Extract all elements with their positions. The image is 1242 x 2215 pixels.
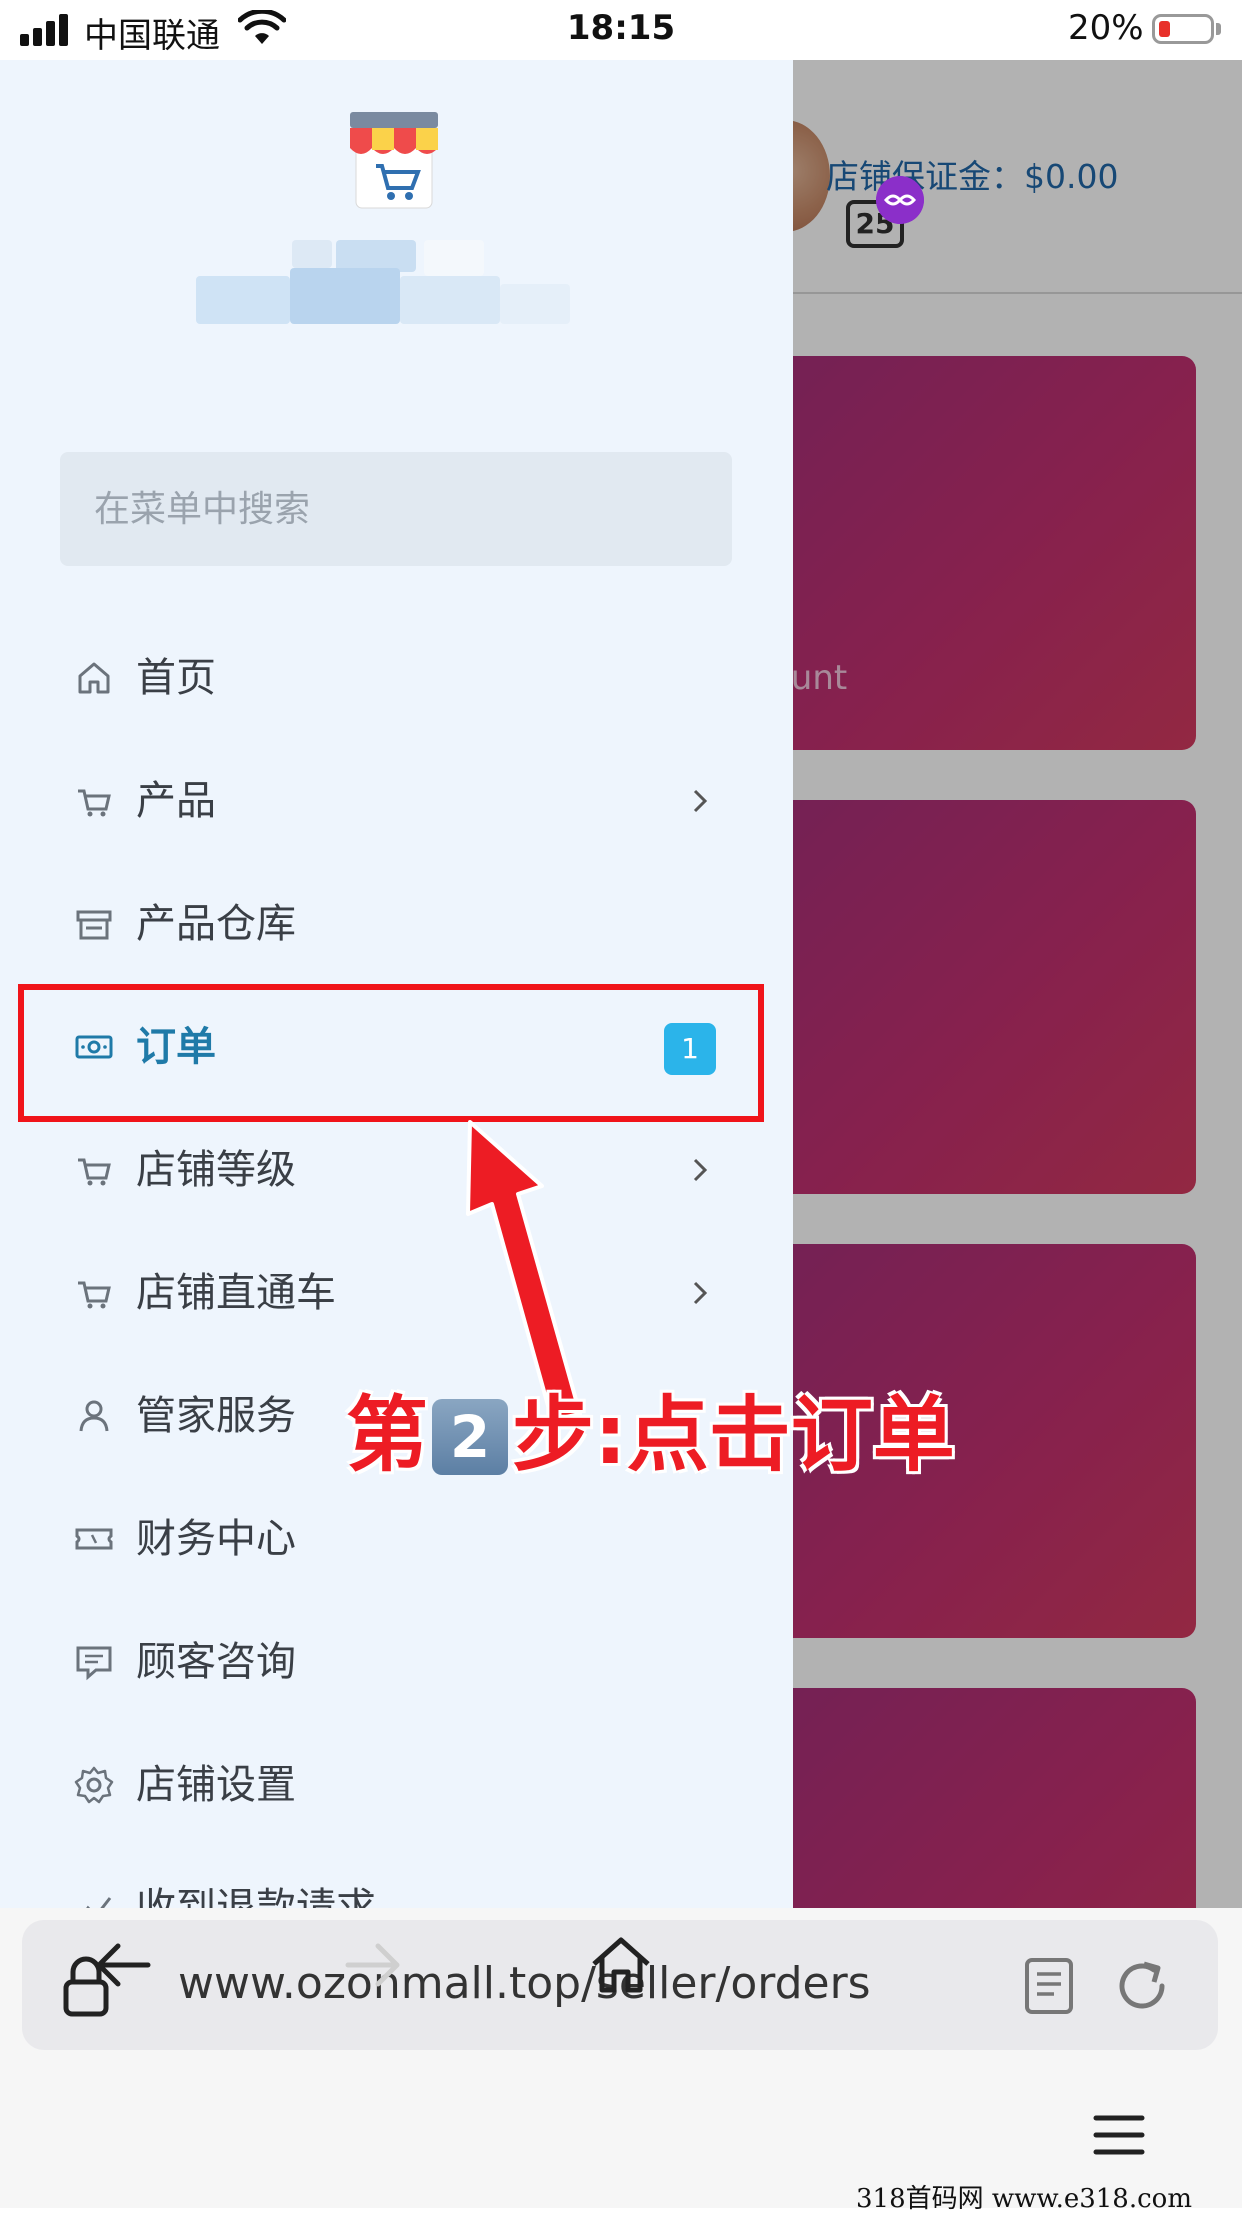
menu-item-store-settings[interactable]: 店铺设置	[0, 1723, 793, 1846]
menu-icon[interactable]	[1084, 2100, 1154, 2170]
gear-icon	[74, 1766, 114, 1804]
menu-label: 店铺设置	[136, 1762, 296, 1808]
menu-item-refund-requests[interactable]: 收到退款请求	[0, 1846, 793, 1908]
menu-label: 店铺等级	[136, 1147, 296, 1193]
menu-label: 财务中心	[136, 1516, 296, 1562]
private-mode-icon	[876, 176, 924, 224]
cart-icon	[78, 1158, 111, 1186]
step-instruction: 第 2 步:点击订单	[346, 1388, 955, 1484]
clock: 18:15	[566, 8, 676, 48]
menu-item-home[interactable]: 首页	[0, 616, 793, 739]
menu-item-store-express[interactable]: 店铺直通车	[0, 1231, 793, 1354]
message-icon	[76, 1646, 112, 1681]
url-text: www.ozonmall.top/seller/orders	[178, 1958, 871, 2009]
reload-icon[interactable]	[1112, 1956, 1172, 2016]
browser-toolbar: www.ozonmall.top/seller/orders	[0, 1908, 1242, 2208]
status-bar: 中国联通 18:15 20%	[0, 0, 1242, 60]
menu-search-input[interactable]	[60, 452, 732, 566]
menu-label: 首页	[136, 655, 216, 701]
blurred-account-name	[196, 240, 576, 350]
battery-percent: 20%	[1068, 8, 1144, 48]
menu-item-customer-inquiry[interactable]: 顾客咨询	[0, 1600, 793, 1723]
cart-icon	[78, 789, 111, 817]
battery-nub	[1216, 23, 1221, 35]
pointer-arrow-icon	[466, 1120, 582, 1422]
menu-label: 产品仓库	[136, 901, 296, 947]
chevron-right-icon	[693, 789, 708, 813]
back-arrow-icon[interactable]	[88, 1930, 158, 2000]
ticket-icon	[75, 1528, 113, 1550]
orders-highlight-box	[18, 984, 764, 1122]
step-suffix: 步:点击订单	[512, 1388, 955, 1483]
store-icon	[76, 910, 112, 940]
refund-icon	[86, 1897, 112, 1908]
chevron-right-icon	[693, 1281, 708, 1305]
watermark: 318首码网 www.e318.com	[856, 2184, 1192, 2214]
cart-icon	[78, 1281, 111, 1309]
battery-icon	[1152, 14, 1214, 44]
step-prefix: 第	[346, 1388, 429, 1483]
home-icon	[78, 662, 110, 694]
user-icon	[79, 1400, 109, 1432]
menu-label: 管家服务	[136, 1393, 296, 1439]
menu-item-finance-center[interactable]: 财务中心	[0, 1477, 793, 1600]
forward-arrow-icon[interactable]	[338, 1930, 408, 2000]
menu-label: 收到退款请求	[136, 1885, 376, 1908]
drawer-menu: 首页 产品 产品仓库 订单 1 店铺等级 店铺直通车 管家服务 财务中心 顾客咨…	[0, 616, 793, 1908]
reader-mode-icon[interactable]	[1022, 1956, 1076, 2016]
menu-label: 店铺直通车	[136, 1270, 336, 1316]
menu-label: 顾客咨询	[136, 1639, 296, 1685]
menu-item-products[interactable]: 产品	[0, 739, 793, 862]
home-icon[interactable]	[586, 1930, 656, 2000]
step-number-badge: 2	[432, 1399, 509, 1475]
menu-item-store-level[interactable]: 店铺等级	[0, 1108, 793, 1231]
shop-logo	[350, 112, 438, 209]
menu-label: 产品	[136, 778, 216, 824]
menu-item-warehouse[interactable]: 产品仓库	[0, 862, 793, 985]
chevron-right-icon	[693, 1158, 708, 1182]
